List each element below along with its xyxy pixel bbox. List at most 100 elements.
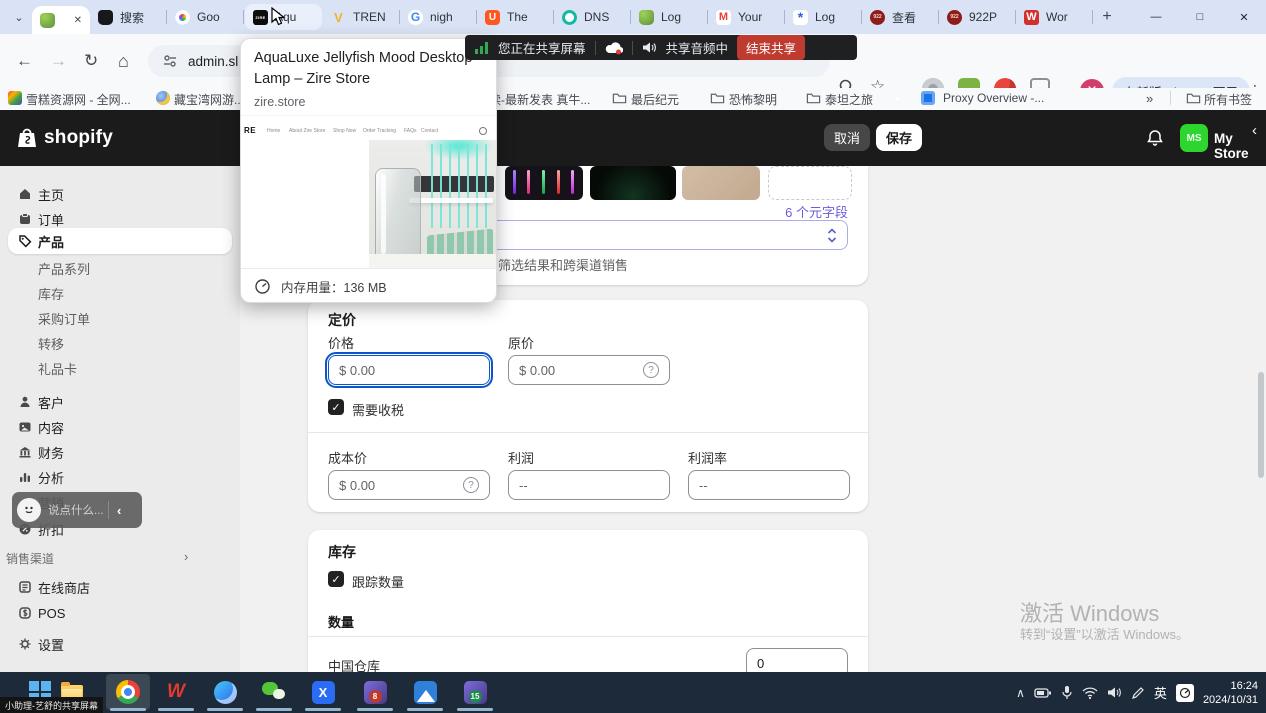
help-icon[interactable]: ?: [463, 477, 479, 493]
browser-tab[interactable]: 922查看: [862, 0, 939, 34]
bookmark-item[interactable]: 藏宝湾网游...: [174, 91, 244, 108]
track-quantity-checkbox[interactable]: ✓: [328, 571, 344, 587]
compare-price-input[interactable]: $ 0.00 ?: [508, 355, 670, 385]
collapse-chevron-icon[interactable]: ‹: [1252, 122, 1257, 139]
wechat-button[interactable]: [261, 679, 287, 705]
chevron-right-icon[interactable]: ›: [184, 549, 188, 564]
sidebar-item-content[interactable]: 内容: [8, 415, 232, 439]
forward-icon[interactable]: →: [50, 51, 67, 71]
stop-sharing-button[interactable]: 结束共享: [737, 35, 805, 60]
bookmark-folder[interactable]: 泰坦之旅: [825, 91, 873, 108]
tab-search-button[interactable]: ⌄: [6, 4, 32, 30]
preview-footer: 内存用量：136 MB: [241, 268, 496, 303]
browser-tab-active[interactable]: ✕: [32, 6, 90, 34]
product-thumbnail[interactable]: [682, 166, 760, 200]
product-thumbnail[interactable]: [590, 166, 676, 200]
battery-icon[interactable]: [1034, 686, 1052, 700]
new-tab-button[interactable]: +: [1093, 3, 1121, 31]
notifications-bell-icon[interactable]: [1146, 129, 1164, 147]
sidebar-item-products-active[interactable]: 产品: [8, 228, 232, 254]
sidebar-item-collections[interactable]: 产品系列: [38, 258, 90, 278]
charge-tax-checkbox[interactable]: ✓: [328, 399, 344, 415]
922-favicon: 922: [870, 10, 885, 25]
save-button[interactable]: 保存: [876, 124, 922, 151]
store-name[interactable]: My Store: [1214, 131, 1266, 161]
gauge-tray-icon[interactable]: [1176, 684, 1194, 702]
bookmark-item[interactable]: 雪糕资源网 - 全网...: [26, 91, 131, 108]
browser-tab[interactable]: VTREN: [323, 0, 400, 34]
x-app-button[interactable]: X: [310, 679, 336, 705]
metafields-link[interactable]: 6 个元字段: [706, 202, 848, 221]
app-badge-8-button[interactable]: 8: [362, 679, 388, 705]
microphone-icon[interactable]: [1061, 685, 1073, 700]
sidebar-item-inventory[interactable]: 库存: [38, 283, 64, 303]
chat-input[interactable]: 说点什么...: [48, 502, 106, 518]
app-badge-15-button[interactable]: 15: [462, 679, 488, 705]
scrollbar-thumb[interactable]: [1258, 372, 1264, 478]
ime-indicator[interactable]: 英: [1154, 683, 1167, 702]
volume-icon[interactable]: [1107, 686, 1122, 699]
reload-icon[interactable]: ↻: [84, 51, 98, 71]
folder-icon: [710, 91, 725, 105]
shopify-logo-icon: [14, 125, 40, 151]
margin-input[interactable]: --: [688, 470, 850, 500]
browser-tab[interactable]: Gnigh: [400, 0, 477, 34]
tray-chevron-icon[interactable]: ∧: [1016, 686, 1025, 700]
browser-tab[interactable]: Log: [631, 0, 708, 34]
bookmark-folder[interactable]: 恐怖黎明: [729, 91, 777, 108]
bookmark-folder[interactable]: 最后纪元: [631, 91, 679, 108]
profit-input[interactable]: --: [508, 470, 670, 500]
cancel-button[interactable]: 取消: [824, 124, 870, 151]
wifi-icon[interactable]: [1082, 687, 1098, 699]
sidebar-item-gift-cards[interactable]: 礼品卡: [38, 358, 77, 378]
cost-input[interactable]: $ 0.00 ?: [328, 470, 490, 500]
collapse-widget-icon[interactable]: ‹: [117, 503, 121, 518]
wps-office-button[interactable]: W: [163, 679, 189, 705]
browser-tab[interactable]: 搜索: [90, 0, 167, 34]
sidebar-item-transfers[interactable]: 转移: [38, 333, 64, 353]
add-media-dropzone[interactable]: [768, 166, 852, 200]
assistant-avatar[interactable]: [17, 498, 41, 522]
sidebar-item-finance[interactable]: 财务: [8, 440, 232, 464]
mountain-app-button[interactable]: [412, 679, 438, 705]
window-controls: — □ ✕: [1134, 0, 1266, 34]
bookmark-item[interactable]: 读-最新发表 真牛...: [489, 91, 590, 108]
maximize-button[interactable]: □: [1178, 0, 1222, 34]
browser-tab[interactable]: MYour: [708, 0, 785, 34]
profit-label: 利润: [508, 448, 534, 467]
all-bookmarks-button[interactable]: 所有书签: [1204, 91, 1252, 108]
quantity-value: 0: [757, 656, 764, 671]
sidebar-item-purchase-orders[interactable]: 采购订单: [38, 308, 90, 328]
sidebar-item-settings[interactable]: 设置: [8, 632, 232, 656]
store-avatar[interactable]: MS: [1180, 124, 1208, 152]
browser-tab[interactable]: 922922P: [939, 0, 1016, 34]
divider: [108, 501, 109, 519]
browser-tab[interactable]: UThe: [477, 0, 554, 34]
sidebar-item-home[interactable]: 主页: [8, 182, 232, 206]
chrome-button[interactable]: [115, 679, 141, 705]
bookmarks-overflow-icon[interactable]: »: [1146, 91, 1153, 106]
minimize-button[interactable]: —: [1134, 0, 1178, 34]
sidebar-item-online-store[interactable]: 在线商店: [8, 575, 232, 599]
product-thumbnail[interactable]: [505, 166, 583, 200]
profit-value: --: [519, 478, 528, 493]
help-icon[interactable]: ?: [643, 362, 659, 378]
sidebar-item-analytics[interactable]: 分析: [8, 465, 232, 489]
home-icon[interactable]: ⌂: [118, 51, 129, 72]
taskbar-clock[interactable]: 16:24 2024/10/31: [1203, 679, 1258, 707]
inventory-card: 库存 ✓ 跟踪数量 数量 中国仓库 0: [308, 530, 868, 672]
close-button[interactable]: ✕: [1222, 0, 1266, 34]
pen-icon[interactable]: [1131, 686, 1145, 700]
price-input[interactable]: $ 0.00: [328, 355, 490, 385]
quark-browser-button[interactable]: [212, 679, 238, 705]
browser-tab[interactable]: Goo: [167, 0, 244, 34]
quantity-input[interactable]: 0: [746, 648, 848, 672]
sidebar-item-pos[interactable]: POS: [8, 601, 232, 625]
browser-tab[interactable]: *Log: [785, 0, 862, 34]
browser-tab[interactable]: WWor: [1016, 0, 1093, 34]
bookmark-item[interactable]: Proxy Overview -...: [943, 91, 1044, 105]
tab-close-icon[interactable]: ✕: [74, 15, 82, 26]
back-icon[interactable]: ←: [16, 51, 33, 71]
browser-tab[interactable]: DNS: [554, 0, 631, 34]
sidebar-item-customers[interactable]: 客户: [8, 390, 232, 414]
